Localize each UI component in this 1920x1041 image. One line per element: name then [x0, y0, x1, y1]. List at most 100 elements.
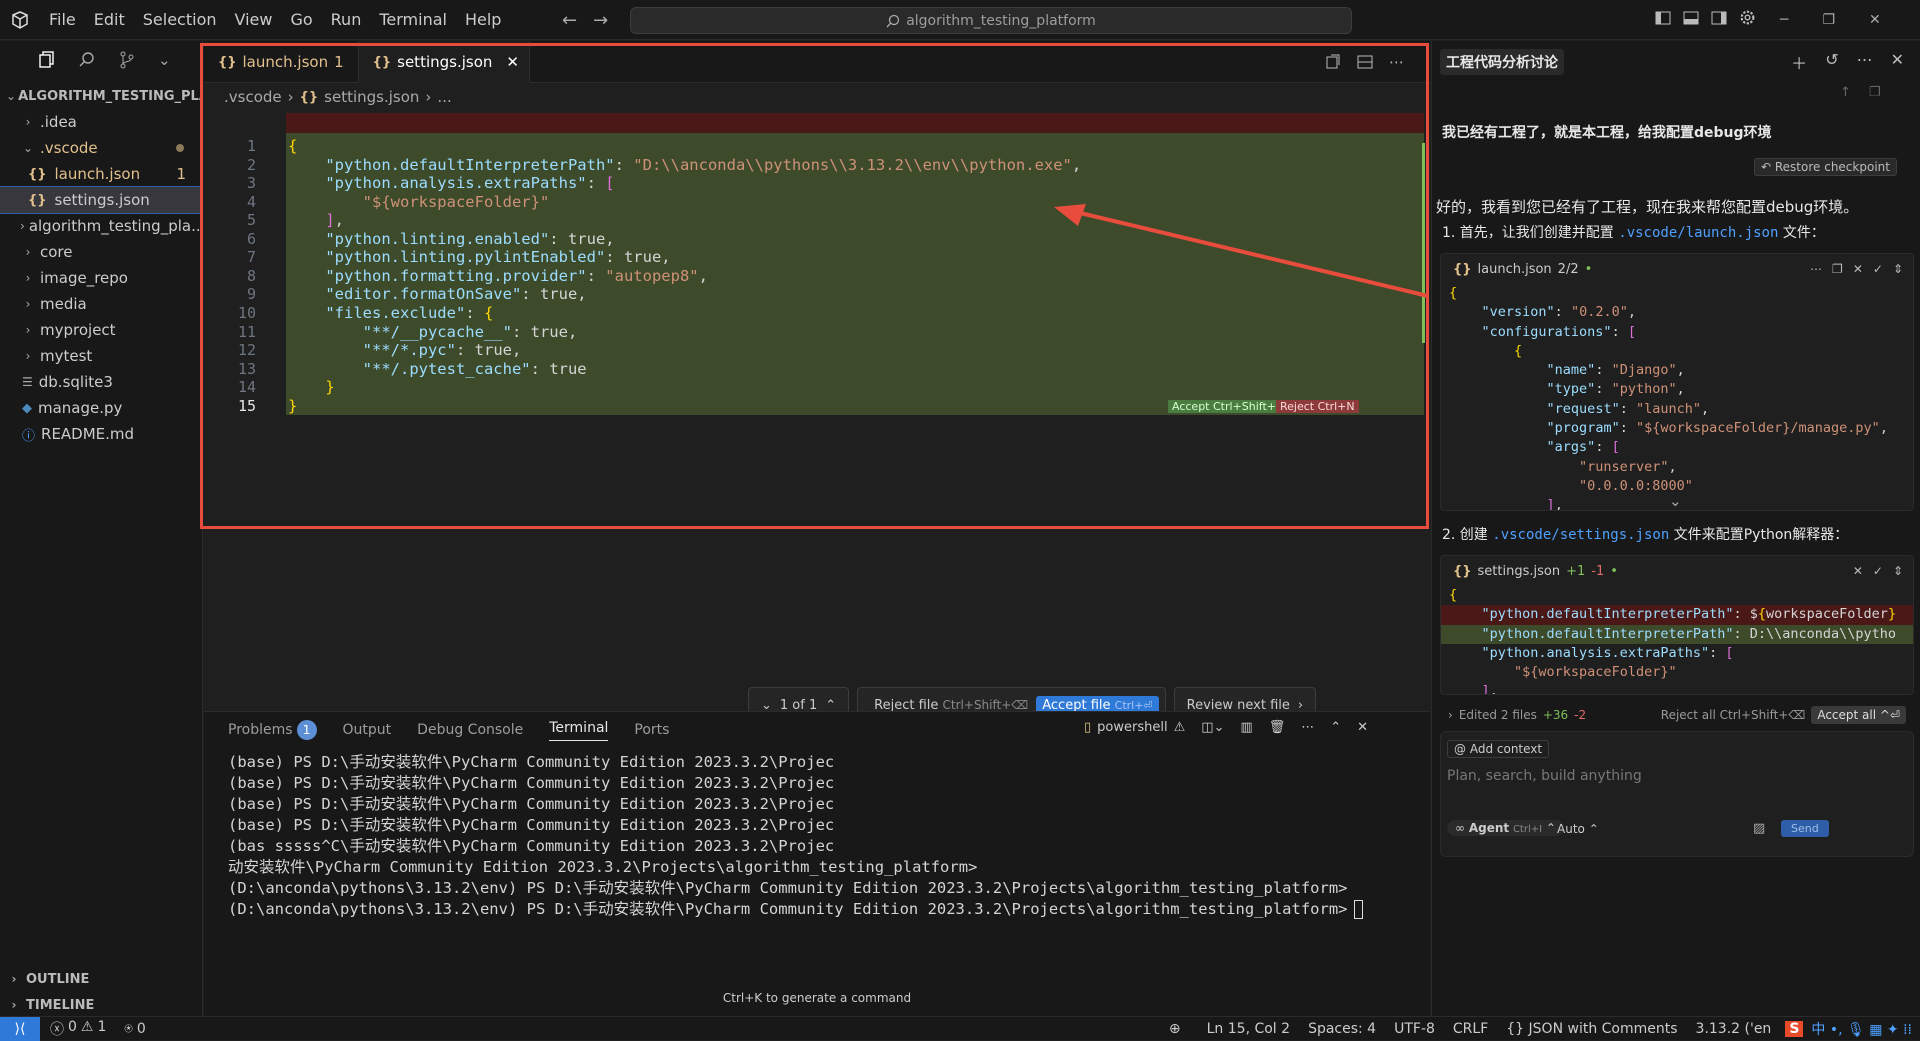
toggle-sidebar-icon[interactable] [1655, 10, 1671, 26]
history-icon[interactable]: ↺ [1825, 50, 1838, 74]
close-window-icon[interactable]: ✕ [1869, 12, 1881, 28]
tab-ports[interactable]: Ports [634, 722, 669, 738]
ports-status[interactable]: ⍟ 0 [124, 1021, 145, 1037]
tree-item-settings-json[interactable]: {} settings.json [0, 186, 203, 214]
source-control-icon[interactable] [118, 51, 136, 69]
tree-item-manage-py[interactable]: ◆ manage.py [0, 395, 202, 421]
close-icon[interactable]: ✕ [1891, 50, 1904, 74]
close-panel-icon[interactable]: ✕ [1357, 720, 1368, 735]
tab-settings-json[interactable]: {} settings.json ✕ [358, 41, 530, 83]
tab-terminal[interactable]: Terminal [549, 720, 609, 741]
indentation[interactable]: Spaces: 4 [1308, 1021, 1376, 1037]
reject-all-button[interactable]: Reject all Ctrl+Shift+⌫ [1661, 708, 1806, 722]
close-icon[interactable]: ✕ [506, 53, 519, 71]
model-selector[interactable]: Auto ⌃ [1557, 822, 1599, 836]
tree-item-db-sqlite3[interactable]: ☰ db.sqlite3 [0, 369, 202, 395]
layout-icon[interactable]: ▥ [1240, 720, 1252, 735]
maximize-panel-icon[interactable]: ⌃ [1330, 720, 1341, 735]
toggle-panel-icon[interactable] [1683, 10, 1699, 26]
menu-edit[interactable]: Edit [85, 10, 134, 29]
tree-item-mytest[interactable]: › mytest [0, 343, 202, 369]
image-icon[interactable]: ▨ [1753, 821, 1765, 836]
gear-icon[interactable] [1739, 9, 1756, 26]
breadcrumb-file[interactable]: settings.json [324, 88, 419, 106]
encoding[interactable]: UTF-8 [1394, 1021, 1435, 1037]
ime-status-icons[interactable]: 中 •, 🎙 ▦ ✦ ⁞⁞ [1811, 1019, 1912, 1039]
tree-item-launch-json[interactable]: {} launch.json 1 [0, 161, 202, 187]
tab-problems[interactable]: Problems 1 [228, 720, 317, 740]
remote-icon[interactable]: ⟩⟨ [0, 1016, 40, 1041]
copy-icon[interactable]: ❐ [1869, 85, 1881, 100]
tree-item-core[interactable]: › core [0, 239, 202, 265]
chat-prompt-input[interactable]: Plan, search, build anything [1447, 768, 1642, 784]
explorer-icon[interactable] [38, 51, 56, 69]
trash-icon[interactable]: 🗑 [1269, 720, 1286, 735]
add-context-button[interactable]: @ Add context [1447, 740, 1550, 758]
tree-item-readme[interactable]: ⓘ README.md [0, 421, 202, 447]
tab-debug-console[interactable]: Debug Console [417, 722, 523, 738]
tree-item-media[interactable]: › media [0, 291, 202, 317]
menu-help[interactable]: Help [456, 10, 510, 29]
tab-output[interactable]: Output [343, 722, 392, 738]
tree-item-vscode[interactable]: ⌄ .vscode [0, 135, 202, 161]
cursor-position[interactable]: Ln 15, Col 2 [1207, 1021, 1290, 1037]
menu-file[interactable]: File [40, 10, 85, 29]
chevron-down-icon[interactable]: ⌄ [1669, 492, 1682, 510]
chevron-down-icon[interactable]: ⌄ [158, 51, 171, 83]
scroll-up-icon[interactable]: ↑ [1840, 85, 1851, 100]
python-interpreter[interactable]: 3.13.2 ('en [1696, 1021, 1772, 1037]
breadcrumb-folder[interactable]: .vscode [224, 88, 282, 106]
terminal-output[interactable]: (base) PS D:\手动安装软件\PyCharm Community Ed… [204, 748, 1430, 920]
explorer-root[interactable]: ⌄ ALGORITHM_TESTING_PLA... [0, 83, 202, 109]
menu-selection[interactable]: Selection [134, 10, 226, 29]
open-changes-icon[interactable] [1325, 54, 1341, 70]
accept-all-button[interactable]: Accept all ^⏎ [1811, 706, 1906, 724]
reject-icon[interactable]: ✕ [1853, 564, 1863, 578]
back-arrow-icon[interactable]: ← [562, 10, 577, 31]
zoom-icon[interactable]: ⊕ [1169, 1021, 1181, 1037]
breadcrumb-more[interactable]: ... [437, 88, 451, 106]
split-terminal-icon[interactable]: ◫⌄ [1201, 720, 1224, 735]
more-actions-icon[interactable]: ⋯ [1857, 50, 1873, 74]
forward-arrow-icon[interactable]: → [593, 10, 608, 31]
tree-item-algorithm-testing[interactable]: › algorithm_testing_pla... [0, 213, 202, 239]
accept-hunk-button[interactable]: Accept Ctrl+Shift+Y [1168, 400, 1287, 413]
menu-view[interactable]: View [226, 10, 282, 29]
outline-section[interactable]: › OUTLINE [0, 966, 203, 992]
menu-go[interactable]: Go [281, 10, 321, 29]
timeline-section[interactable]: › TIMELINE [0, 992, 203, 1018]
code-editor[interactable]: Accept Ctrl+Shift+Y Reject Ctrl+N 1 {2 "p… [204, 113, 1425, 493]
language-mode[interactable]: {} JSON with Comments [1506, 1021, 1677, 1037]
tab-launch-json[interactable]: {} launch.json 1 [204, 41, 359, 83]
send-button[interactable]: Send [1781, 820, 1829, 837]
chevron-right-icon[interactable]: › [1448, 708, 1453, 722]
new-chat-icon[interactable]: ＋ [1791, 50, 1807, 74]
menu-terminal[interactable]: Terminal [370, 10, 456, 29]
toggle-secondary-sidebar-icon[interactable] [1711, 10, 1727, 26]
search-icon[interactable] [78, 51, 96, 69]
accept-icon[interactable]: ✓ [1873, 262, 1883, 276]
minimize-icon[interactable]: ─ [1780, 12, 1788, 28]
expand-icon[interactable]: ⇕ [1893, 564, 1903, 578]
menu-run[interactable]: Run [322, 10, 371, 29]
reject-hunk-button[interactable]: Reject Ctrl+N [1276, 400, 1359, 413]
problems-status[interactable]: ⓧ 0 ⚠ 1 [50, 1019, 106, 1039]
tree-item-image-repo[interactable]: › image_repo [0, 265, 202, 291]
more-actions-icon[interactable]: ⋯ [1810, 262, 1822, 276]
input-method-icon[interactable]: S [1785, 1020, 1804, 1037]
restore-icon[interactable]: ❐ [1822, 12, 1835, 28]
expand-icon[interactable]: ⇕ [1893, 262, 1903, 276]
copy-icon[interactable]: ❐ [1832, 262, 1843, 276]
chat-title[interactable]: 工程代码分析讨论 [1440, 49, 1564, 75]
more-actions-icon[interactable]: ⋯ [1301, 720, 1314, 735]
restore-checkpoint-button[interactable]: ↶ Restore checkpoint [1754, 158, 1897, 176]
split-editor-icon[interactable] [1357, 54, 1373, 70]
line-ending[interactable]: CRLF [1453, 1021, 1488, 1037]
tree-item-myproject[interactable]: › myproject [0, 317, 202, 343]
terminal-shell-selector[interactable]: ▯ powershell ⚠ [1084, 720, 1185, 735]
more-actions-icon[interactable]: ⋯ [1389, 53, 1404, 71]
agent-mode-selector[interactable]: ∞ Agent Ctrl+I ⌃ [1447, 820, 1564, 836]
tree-item-idea[interactable]: › .idea [0, 109, 202, 135]
command-center-search[interactable]: algorithm_testing_platform [630, 7, 1352, 34]
accept-icon[interactable]: ✓ [1873, 564, 1883, 578]
